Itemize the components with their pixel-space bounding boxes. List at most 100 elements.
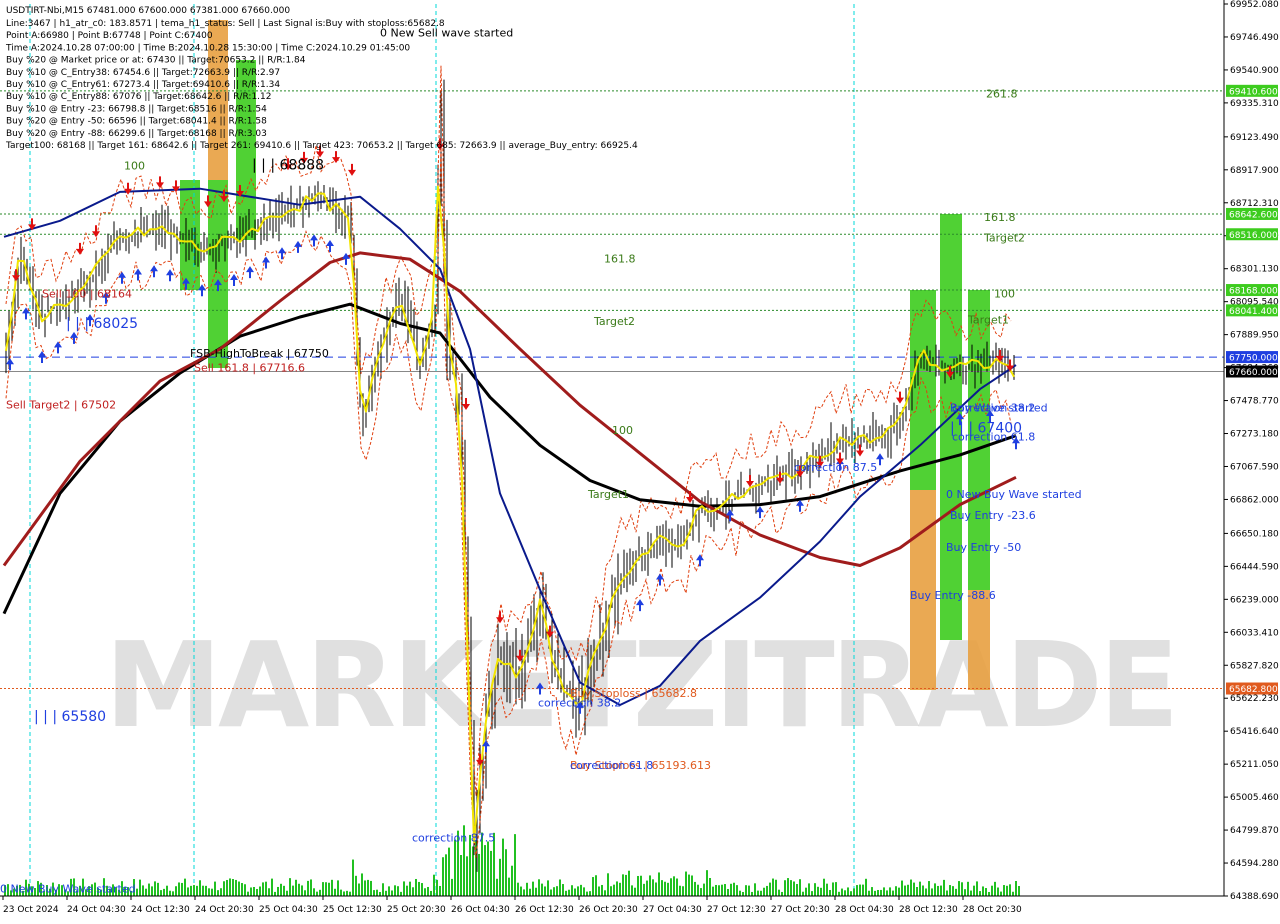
volume-bar: [274, 891, 276, 896]
volume-bar: [817, 886, 819, 896]
volume-bar: [751, 891, 753, 896]
volume-bar: [667, 882, 669, 896]
volume-bar: [547, 880, 549, 896]
volume-bar: [262, 882, 264, 896]
volume-bar: [295, 879, 297, 896]
chart-annotation: | | | 65580: [34, 709, 106, 725]
price-tick-label: 67889.950: [1230, 331, 1279, 341]
volume-bar: [361, 873, 363, 896]
chart-annotation: FSB-HighToBreak | 67750: [190, 347, 329, 360]
watermark-text: MARKETZITRADE: [105, 616, 1176, 754]
volume-bar: [988, 891, 990, 896]
volume-bar: [919, 881, 921, 896]
volume-bar: [967, 881, 969, 896]
volume-bar: [898, 887, 900, 896]
volume-bar: [196, 885, 198, 896]
volume-bar: [562, 884, 564, 896]
signal-info-line: Buy %20 @ Entry -88: 66299.6 || Target:6…: [6, 129, 267, 139]
price-tick-label: 68301.130: [1230, 265, 1279, 275]
volume-bar: [178, 882, 180, 896]
volume-bar: [268, 888, 270, 896]
volume-bar: [859, 884, 861, 896]
volume-bar: [163, 888, 165, 896]
volume-bar: [484, 845, 486, 896]
volume-bar: [319, 889, 321, 896]
volume-bar: [946, 890, 948, 896]
price-tag-label: 69410.600: [1229, 87, 1278, 97]
volume-bar: [253, 886, 255, 896]
volume-bar: [565, 890, 567, 896]
price-tick-label: 69746.490: [1230, 33, 1279, 43]
volume-bar: [994, 881, 996, 896]
chart-annotation: Target1: [967, 313, 1009, 326]
volume-bar: [820, 887, 822, 896]
volume-bar: [496, 878, 498, 896]
signal-info-line: Target100: 68168 || Target 161: 68642.6 …: [5, 141, 638, 151]
volume-bar: [763, 887, 765, 896]
volume-bar: [247, 891, 249, 896]
volume-bar: [877, 889, 879, 896]
volume-bar: [385, 890, 387, 896]
volume-bar: [901, 880, 903, 896]
volume-bar: [556, 886, 558, 896]
price-tag-label: 68642.600: [1229, 210, 1278, 220]
signal-info-line: Line:3467 | h1_atr_c0: 183.8571 | tema_h…: [6, 19, 445, 29]
signal-info-line: Buy %10 @ C_Entry88: 67076 || Target:686…: [6, 92, 272, 102]
price-tick-label: 69335.310: [1230, 99, 1279, 109]
volume-bar: [397, 886, 399, 896]
chart-annotation: Sell 100 | 68164: [42, 288, 132, 301]
volume-bar: [193, 885, 195, 896]
volume-bar: [826, 883, 828, 896]
volume-bar: [439, 885, 441, 896]
volume-bar: [976, 881, 978, 896]
volume-bar: [157, 882, 159, 896]
volume-bar: [451, 878, 453, 896]
volume-bar: [823, 878, 825, 896]
price-tick-label: 65827.820: [1230, 661, 1279, 671]
volume-bar: [577, 886, 579, 896]
chart-annotation: Target2: [593, 315, 635, 328]
volume-bar: [379, 891, 381, 896]
volume-bar: [610, 886, 612, 896]
price-tick-label: 69952.080: [1230, 0, 1279, 10]
volume-bar: [430, 890, 432, 896]
volume-bar: [922, 885, 924, 896]
volume-bar: [283, 885, 285, 896]
volume-bar: [238, 881, 240, 896]
volume-bar: [991, 885, 993, 896]
price-tick-label: 69540.900: [1230, 66, 1279, 76]
time-tick-label: 25 Oct 04:30: [259, 905, 318, 915]
volume-bar: [1015, 880, 1017, 896]
volume-bar: [997, 887, 999, 896]
volume-bar: [490, 850, 492, 896]
price-tag-label: 65682.800: [1229, 685, 1278, 695]
volume-bar: [241, 883, 243, 896]
volume-bar: [937, 885, 939, 896]
volume-bar: [964, 889, 966, 896]
volume-bar: [580, 884, 582, 896]
price-chart[interactable]: MARKETZITRADE 0 New Sell wave started261…: [0, 0, 1280, 920]
volume-bar: [649, 875, 651, 896]
volume-bar: [523, 889, 525, 896]
volume-bar: [949, 885, 951, 896]
volume-bar: [889, 887, 891, 896]
volume-bar: [355, 875, 357, 896]
volume-bar: [154, 881, 156, 896]
signal-zone: [208, 180, 228, 368]
volume-bar: [829, 889, 831, 896]
volume-bar: [526, 882, 528, 896]
time-tick-label: 25 Oct 20:30: [387, 905, 446, 915]
volume-bar: [271, 878, 273, 896]
volume-bar: [736, 885, 738, 896]
volume-bar: [346, 890, 348, 896]
volume-bar: [382, 883, 384, 896]
volume-bar: [838, 891, 840, 896]
chart-annotation: 100: [612, 424, 633, 437]
signal-info-line: Buy %10 @ Entry -23: 66798.8 || Target:6…: [6, 104, 267, 114]
volume-bar: [676, 878, 678, 896]
volume-bar: [709, 877, 711, 896]
volume-bar: [931, 888, 933, 896]
signal-info-line: Point A:66980 | Point B:67748 | Point C:…: [6, 31, 213, 41]
volume-bar: [568, 889, 570, 896]
price-tick-label: 68712.310: [1230, 199, 1279, 209]
